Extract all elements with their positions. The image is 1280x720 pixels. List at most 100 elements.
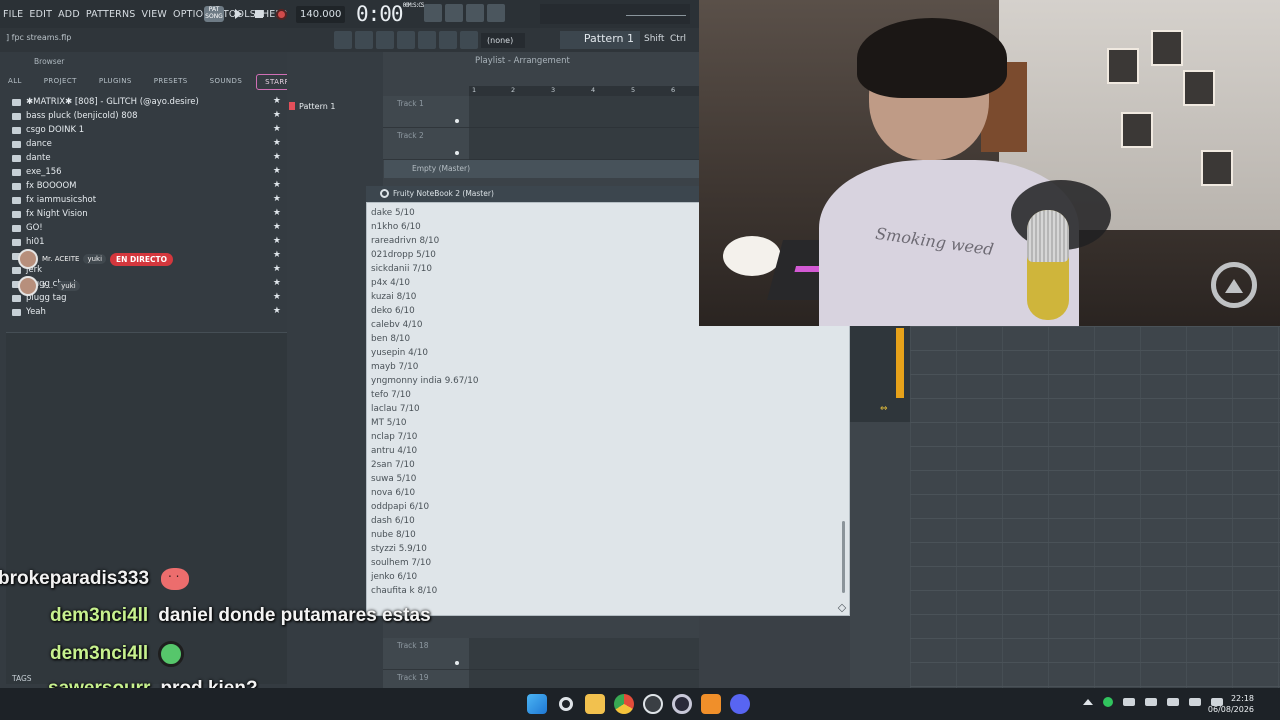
microphone-icon[interactable] — [1145, 698, 1157, 706]
pattern-selector[interactable]: Pattern 1 — [560, 31, 640, 49]
tab-all[interactable]: ALL — [0, 74, 30, 90]
star-icon[interactable]: ★ — [273, 152, 281, 162]
mixer-icon[interactable] — [397, 31, 415, 49]
ctrl-key[interactable]: Ctrl — [670, 34, 686, 44]
route-arrows-icon[interactable]: ⇔ — [880, 404, 892, 414]
microphone-icon[interactable] — [460, 31, 478, 49]
wait-input-icon[interactable] — [466, 4, 484, 22]
gear-icon[interactable] — [380, 189, 389, 198]
track-lane[interactable] — [469, 128, 699, 160]
channel-rack-icon[interactable] — [376, 31, 394, 49]
menu-edit[interactable]: EDIT — [26, 9, 55, 20]
track-header[interactable]: Track 2 — [383, 128, 469, 160]
plugin-picker-icon[interactable] — [439, 31, 457, 49]
metronome-icon[interactable] — [445, 4, 463, 22]
piano-roll-icon[interactable] — [355, 31, 373, 49]
star-icon[interactable]: ★ — [273, 292, 281, 302]
folder-icon — [12, 112, 21, 120]
star-icon[interactable]: ★ — [273, 236, 281, 246]
chrome-icon[interactable] — [614, 694, 634, 714]
notebook-scrollbar[interactable] — [842, 521, 845, 593]
stop-icon[interactable] — [255, 10, 263, 18]
mixer-strip: ⇔ — [850, 326, 910, 422]
star-icon[interactable]: ★ — [273, 278, 281, 288]
browser-item[interactable]: GO! ★ — [0, 221, 287, 235]
folder-icon — [12, 210, 21, 218]
track-header[interactable]: Track 18 — [383, 638, 469, 670]
timeline-ruler[interactable]: 1 2 3 4 5 6 — [469, 86, 699, 96]
windows-start-icon[interactable] — [527, 694, 547, 714]
chat-username: dem3nci4ll — [50, 605, 149, 626]
volume-icon[interactable] — [1189, 698, 1201, 706]
track-header[interactable]: Track 1 — [383, 96, 469, 128]
wall-poster — [1151, 30, 1183, 66]
star-icon[interactable]: ★ — [273, 264, 281, 274]
github-icon[interactable] — [643, 694, 663, 714]
browser-item[interactable]: dance ★ — [0, 137, 287, 151]
discord-icon[interactable] — [730, 694, 750, 714]
record-icon[interactable] — [276, 8, 287, 20]
pat-song-toggle[interactable]: PAT SONG — [204, 6, 224, 22]
status-dot-icon[interactable] — [1103, 697, 1113, 707]
ruler-mark: 2 — [511, 86, 516, 94]
tab-presets[interactable]: PRESETS — [146, 74, 196, 90]
obs-icon[interactable] — [672, 694, 692, 714]
playlist-icon[interactable] — [334, 31, 352, 49]
tab-project[interactable]: PROJECT — [36, 74, 85, 90]
volume-slider[interactable] — [896, 328, 904, 398]
browser-item[interactable]: bass pluck (benjicold) 808 ★ — [0, 109, 287, 123]
browser-item[interactable]: dante ★ — [0, 151, 287, 165]
shift-key[interactable]: Shift — [644, 34, 664, 44]
tab-plugins[interactable]: PLUGINS — [91, 74, 140, 90]
star-icon[interactable]: ★ — [273, 110, 281, 120]
star-icon[interactable]: ★ — [273, 166, 281, 176]
menu-add[interactable]: ADD — [55, 9, 83, 20]
taskbar-clock[interactable]: 22:18 06/08/2026 — [1208, 693, 1254, 715]
tempo-display[interactable]: 140.000 — [296, 5, 346, 23]
chevron-up-icon[interactable] — [1083, 699, 1093, 705]
search-icon[interactable] — [559, 697, 573, 711]
browser-item[interactable]: csgo DOINK 1 ★ — [0, 123, 287, 137]
track-lane[interactable] — [469, 96, 699, 128]
browser-tabs: ALL PROJECT PLUGINS PRESETS SOUNDS STARR… — [0, 74, 315, 90]
chat-message: brokeparadis333 — [0, 566, 190, 590]
notebook-line: dash 6/10 — [371, 516, 415, 526]
browser-item[interactable]: fx iammusicshot ★ — [0, 193, 287, 207]
browser-item[interactable]: fx BOOOOM ★ — [0, 179, 287, 193]
countdown-icon[interactable] — [487, 4, 505, 22]
empty-plugin-window-bar[interactable]: Empty (Master) — [384, 160, 700, 178]
stream-alert-viewer: 7... yuki — [18, 276, 80, 296]
star-icon[interactable]: ★ — [273, 180, 281, 190]
star-icon[interactable]: ★ — [273, 138, 281, 148]
wifi-icon[interactable] — [1167, 698, 1179, 706]
star-icon[interactable]: ★ — [273, 96, 281, 106]
playlist-grid[interactable] — [910, 326, 1280, 692]
star-icon[interactable]: ★ — [273, 194, 281, 204]
play-icon[interactable] — [235, 9, 242, 19]
star-icon[interactable]: ★ — [273, 222, 281, 232]
typing-keyboard-icon[interactable] — [424, 4, 442, 22]
file-explorer-icon[interactable] — [585, 694, 605, 714]
track-lane[interactable] — [469, 638, 699, 670]
tab-sounds[interactable]: SOUNDS — [202, 74, 251, 90]
star-icon[interactable]: ★ — [273, 124, 281, 134]
network-off-icon[interactable] — [1123, 698, 1135, 706]
fl-studio-icon[interactable] — [701, 694, 721, 714]
browser-icon[interactable] — [418, 31, 436, 49]
notebook-titlebar[interactable]: Fruity NoteBook 2 (Master) — [366, 186, 700, 202]
rack-pattern-label[interactable]: Pattern 1 — [289, 102, 335, 111]
pencil-icon[interactable] — [837, 603, 847, 613]
browser-item[interactable]: ✱MATRIX✱ [808] - GLITCH (@ayo.desire) ★ — [0, 95, 287, 109]
star-icon[interactable]: ★ — [273, 250, 281, 260]
channel-select[interactable]: (none) — [481, 32, 525, 48]
browser-item[interactable]: Yeah ★ — [0, 305, 287, 319]
menu-file[interactable]: FILE — [0, 9, 26, 20]
menu-patterns[interactable]: PATTERNS — [83, 9, 139, 20]
star-icon[interactable]: ★ — [273, 208, 281, 218]
star-icon[interactable]: ★ — [273, 306, 281, 316]
menu-view[interactable]: VIEW — [139, 9, 171, 20]
browser-item[interactable]: exe_156 ★ — [0, 165, 287, 179]
browser-item[interactable]: fx Night Vision ★ — [0, 207, 287, 221]
browser-item[interactable]: hi01 ★ — [0, 235, 287, 249]
notebook-line: yusepin 4/10 — [371, 348, 428, 358]
